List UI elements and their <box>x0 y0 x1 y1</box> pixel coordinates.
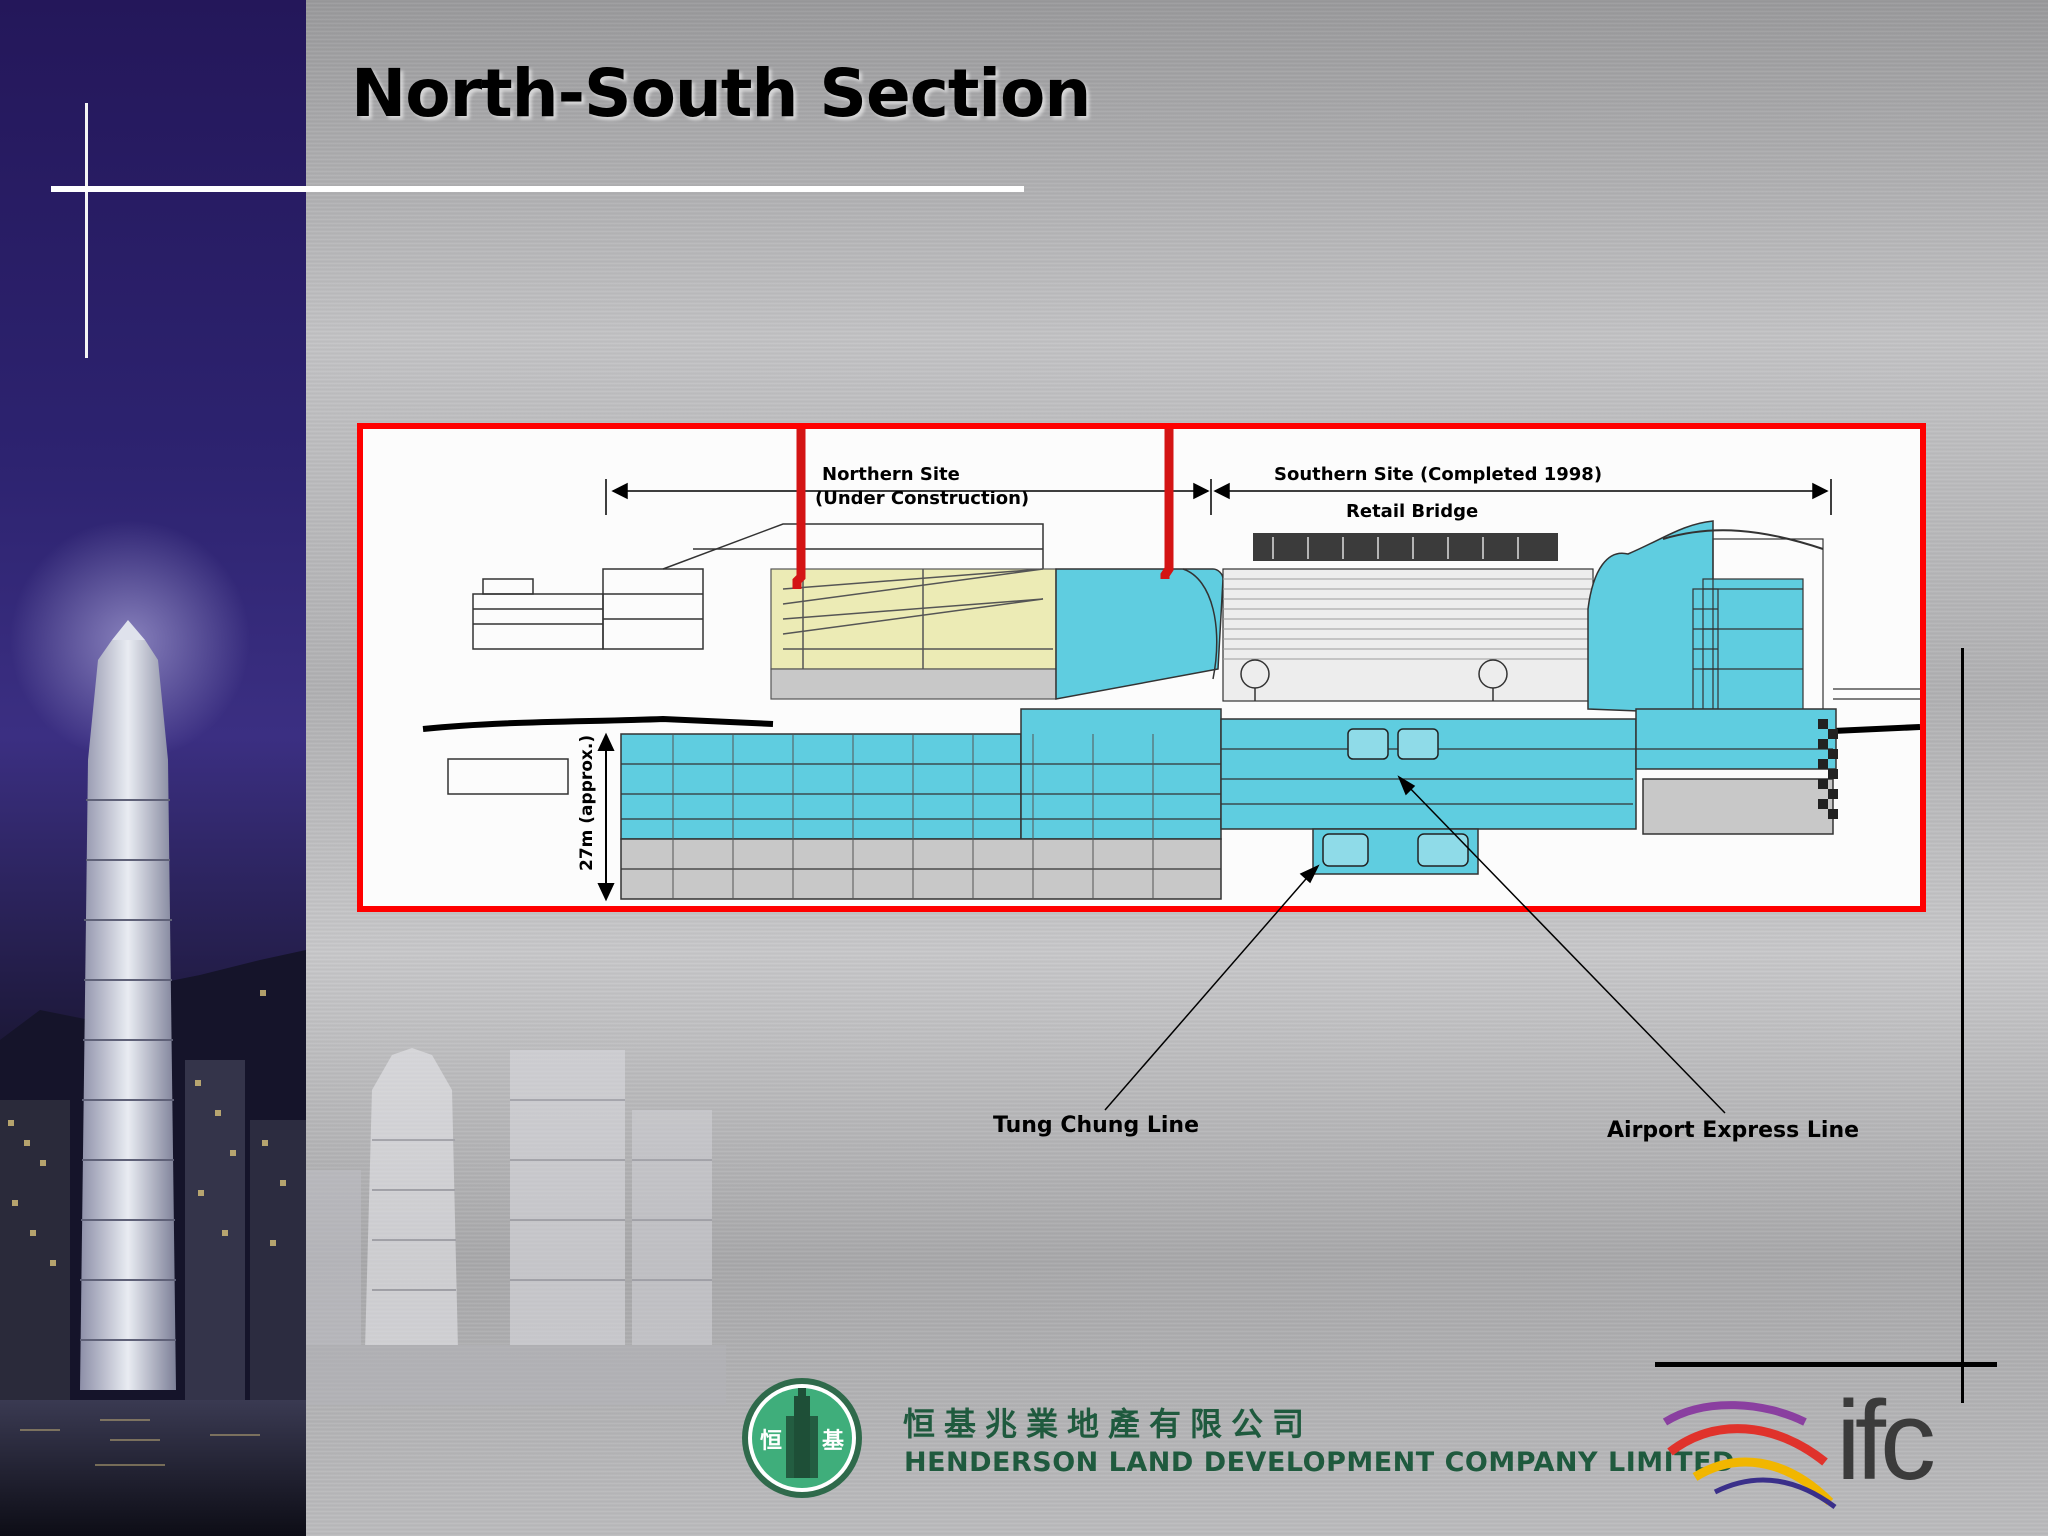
retail-bridge-label: Retail Bridge <box>1346 501 1479 522</box>
southern-site-label: Southern Site (Completed 1998) <box>1274 464 1603 485</box>
logo-char-left: 恒 <box>760 1428 782 1454</box>
decorative-horizontal-line-bottom <box>1655 1362 1997 1367</box>
airport-express-line-label: Airport Express Line <box>1607 1118 1860 1143</box>
henderson-land-logo: 恒 基 <box>742 1378 862 1498</box>
company-name-english: HENDERSON LAND DEVELOPMENT COMPANY LIMIT… <box>904 1447 1735 1478</box>
company-name-chinese: 恒基兆業地產有限公司 <box>903 1405 1314 1443</box>
ifc-logo-swoosh <box>1662 1401 1837 1510</box>
skyline-photo-panel <box>0 0 306 1536</box>
northern-site-status-label: (Under Construction) <box>815 488 1030 509</box>
tung-chung-line-label: Tung Chung Line <box>993 1113 1200 1138</box>
depth-label: 27m (approx.) <box>577 734 597 871</box>
logo-char-right: 基 <box>822 1428 845 1454</box>
decorative-vertical-line <box>85 103 88 358</box>
slide-title: North-South Section <box>351 55 1091 132</box>
decorative-vertical-line-right <box>1961 648 1964 1403</box>
northern-site-label: Northern Site <box>822 464 960 485</box>
decorative-title-underline <box>51 186 1024 192</box>
ifc-logo-text: ifc <box>1836 1378 1936 1503</box>
skyline-illustration <box>0 520 306 1536</box>
